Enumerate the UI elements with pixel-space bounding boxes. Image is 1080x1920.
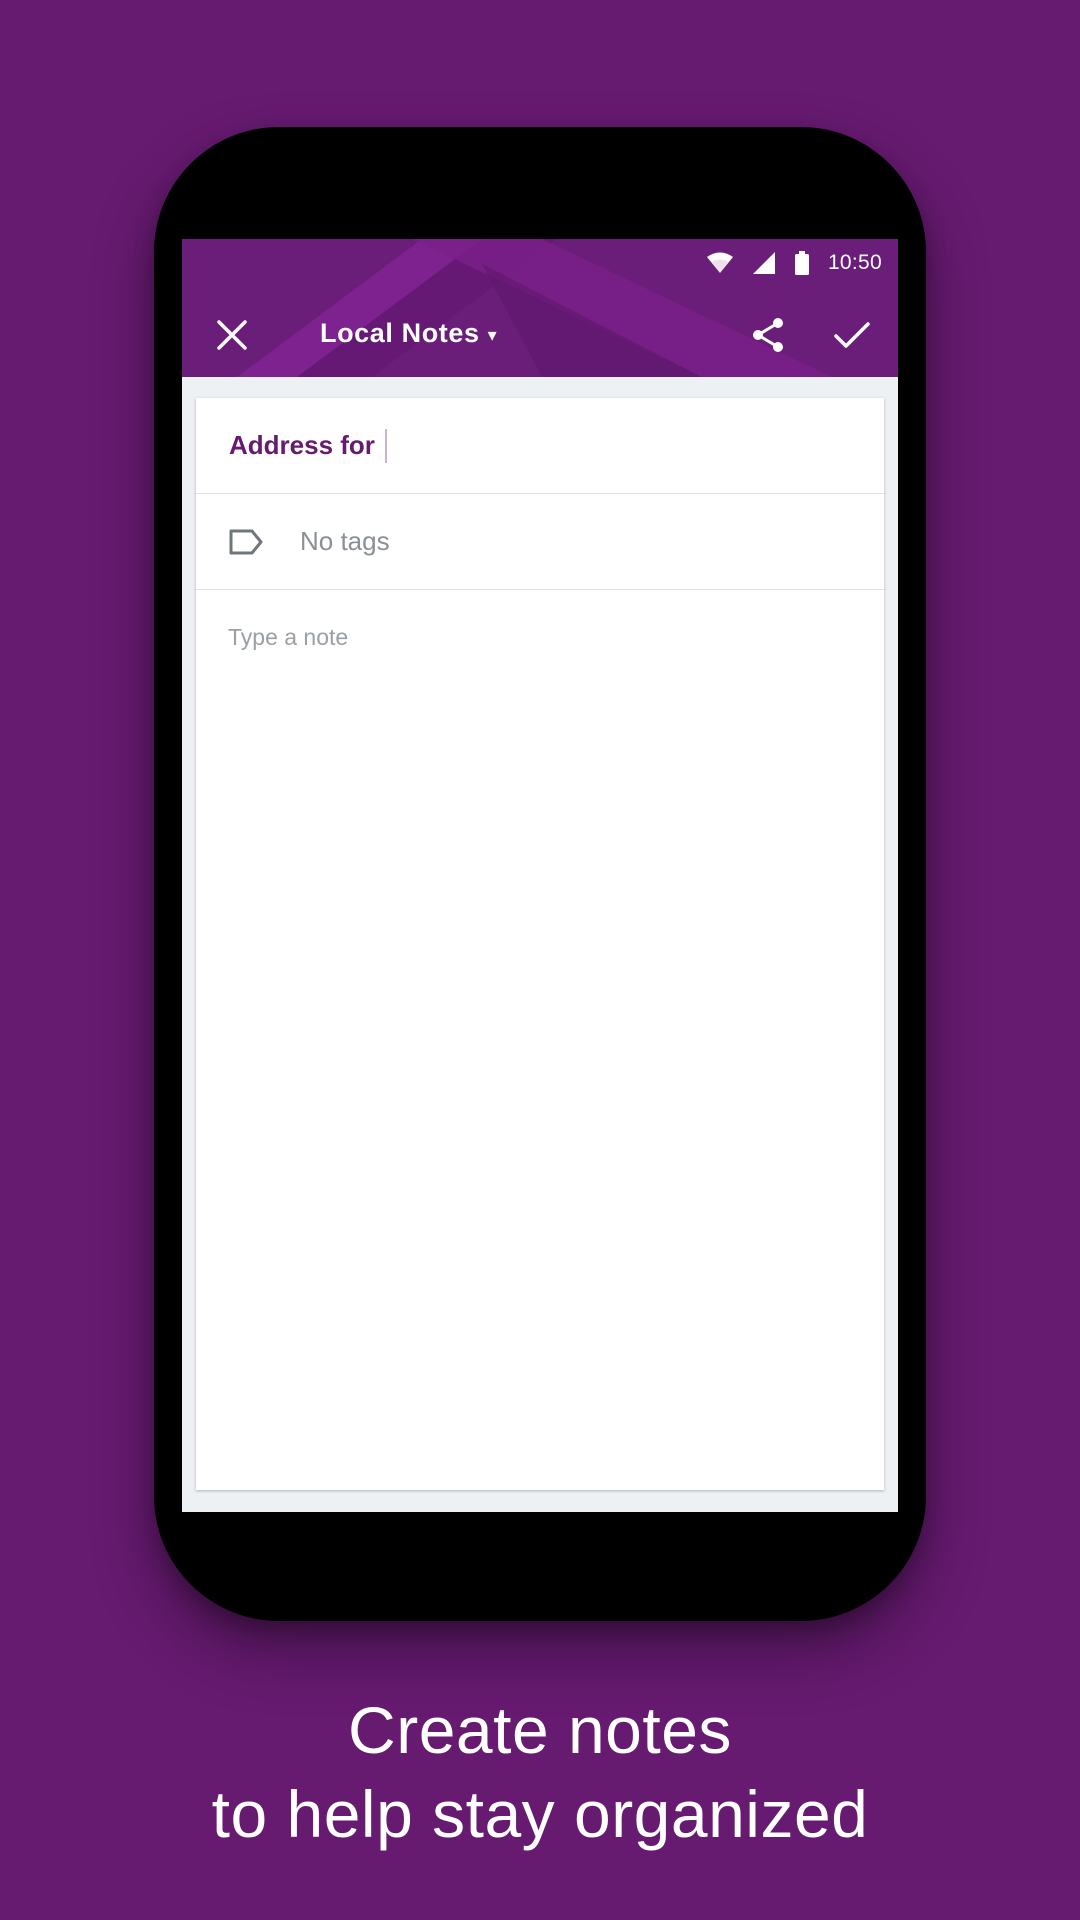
caption-line-1: Create notes [348,1693,732,1767]
share-button[interactable] [748,315,788,355]
note-title-row: Address for [196,398,884,494]
signal-icon [752,252,775,274]
save-button[interactable] [830,315,874,355]
toolbar-title: Local Notes [320,317,480,348]
text-cursor [384,428,387,463]
marketing-caption: Create notes to help stay organized [0,1688,1080,1856]
note-body-input[interactable]: Type a note [228,624,348,651]
battery-icon [794,251,809,275]
note-card: Address for No tags Type a note [196,398,884,1490]
toolbar: Local Notes ▾ [182,287,898,377]
status-bar: 10:50 [182,239,898,287]
share-icon [753,318,783,352]
app-bar: 10:50 Local Notes ▾ [182,239,898,377]
wifi-icon [706,252,733,273]
notebook-selector[interactable]: Local Notes ▾ [320,313,497,353]
tag-icon [229,529,263,554]
note-title-input[interactable]: Address for [229,428,387,463]
status-time: 10:50 [827,251,882,274]
caption-line-2: to help stay organized [211,1777,869,1851]
close-icon [217,320,247,350]
chevron-down-icon: ▾ [487,324,497,345]
tags-row[interactable]: No tags [196,494,884,590]
note-title-text: Address for [229,430,375,460]
check-icon [834,322,870,348]
app-screen: 10:50 Local Notes ▾ Address for No tags … [182,239,898,1512]
close-button[interactable] [212,315,252,355]
tags-label: No tags [300,526,390,556]
